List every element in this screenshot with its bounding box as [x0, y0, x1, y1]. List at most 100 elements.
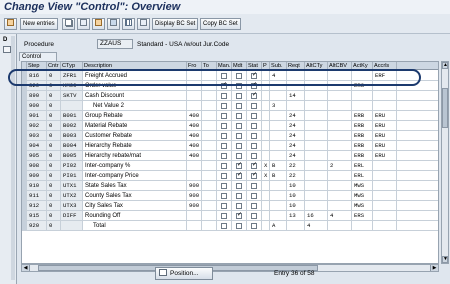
table-row[interactable]: 9080PI02Inter-company %XB222ERL — [22, 161, 438, 171]
cell-to[interactable] — [202, 141, 217, 151]
cell-p[interactable] — [262, 111, 270, 121]
cell-altcty[interactable] — [305, 121, 328, 131]
cell-altcbv[interactable] — [328, 191, 352, 201]
cell-fro[interactable]: 400 — [187, 151, 202, 161]
cell-reqt[interactable]: 24 — [287, 131, 305, 141]
cell-accrls[interactable] — [373, 201, 397, 211]
stat-checkbox[interactable] — [251, 173, 257, 179]
delete-button[interactable] — [77, 18, 90, 30]
mdt-checkbox[interactable] — [236, 203, 242, 209]
copy-bc-set-button[interactable]: Copy BC Set — [200, 18, 241, 30]
cell-reqt[interactable]: 24 — [287, 121, 305, 131]
cell-altcbv[interactable] — [328, 221, 352, 231]
cell-actky[interactable]: MWS — [352, 191, 373, 201]
cell-to[interactable] — [202, 191, 217, 201]
cell-altcty[interactable] — [305, 201, 328, 211]
cell-accrls[interactable] — [373, 91, 397, 101]
cell-p[interactable] — [262, 201, 270, 211]
cell-to[interactable] — [202, 201, 217, 211]
cell-to[interactable] — [202, 181, 217, 191]
cell-to[interactable] — [202, 131, 217, 141]
cell-actky[interactable] — [352, 221, 373, 231]
cell-sub[interactable] — [270, 121, 287, 131]
man-checkbox[interactable] — [221, 193, 227, 199]
stat-checkbox[interactable] — [251, 183, 257, 189]
cell-desc[interactable]: County Sales Tax — [83, 191, 187, 201]
cell-desc[interactable]: Total — [83, 221, 187, 231]
cell-p[interactable] — [262, 181, 270, 191]
select-block-button[interactable] — [122, 18, 135, 30]
cell-altcbv[interactable] — [328, 111, 352, 121]
mdt-checkbox[interactable] — [236, 193, 242, 199]
table-row[interactable]: 910 0 UTX1 State Sales Tax 900 10 MWS — [22, 181, 438, 191]
cell-fro[interactable] — [187, 91, 202, 101]
man-checkbox[interactable] — [221, 143, 227, 149]
cell-actky[interactable]: ERB — [352, 121, 373, 131]
cell-reqt[interactable]: 10 — [287, 191, 305, 201]
cell-accrls[interactable]: ERU — [373, 111, 397, 121]
cell-altcbv[interactable] — [328, 151, 352, 161]
cell-fro[interactable] — [187, 221, 202, 231]
cell-fro[interactable] — [187, 161, 202, 171]
cell-desc[interactable]: State Sales Tax — [83, 181, 187, 191]
cell-p[interactable] — [262, 221, 270, 231]
cell-altcbv[interactable] — [328, 201, 352, 211]
cell-fro[interactable]: 400 — [187, 141, 202, 151]
scroll-down-arrow-icon[interactable]: ▼ — [442, 256, 448, 263]
cell-altcbv[interactable]: 4 — [328, 211, 352, 221]
mdt-checkbox[interactable] — [236, 143, 242, 149]
mdt-checkbox[interactable] — [236, 103, 242, 109]
cell-desc[interactable]: Material Rebate — [83, 121, 187, 131]
cell-to[interactable] — [202, 121, 217, 131]
man-checkbox[interactable] — [221, 123, 227, 129]
cell-reqt[interactable]: 14 — [287, 91, 305, 101]
cell-desc[interactable]: Hierarchy rebate/mat — [83, 151, 187, 161]
cell-accrls[interactable]: ERU — [373, 121, 397, 131]
mdt-checkbox[interactable] — [236, 93, 242, 99]
cell-p[interactable] — [262, 101, 270, 111]
folder-icon[interactable] — [3, 46, 11, 53]
stat-checkbox[interactable] — [251, 113, 257, 119]
undo-button[interactable] — [92, 18, 105, 30]
stat-checkbox[interactable] — [251, 133, 257, 139]
cell-altcbv[interactable] — [328, 141, 352, 151]
scroll-up-arrow-icon[interactable]: ▲ — [442, 62, 448, 69]
display-bc-set-button[interactable]: Display BC Set — [152, 18, 199, 30]
stat-checkbox[interactable] — [251, 123, 257, 129]
man-checkbox[interactable] — [221, 213, 227, 219]
table-row[interactable]: 905 0 B005 Hierarchy rebate/mat 400 24 ERB ERU — [22, 151, 438, 161]
cell-to[interactable] — [202, 171, 217, 181]
display-change-button[interactable] — [4, 18, 17, 30]
stat-checkbox[interactable] — [251, 213, 257, 219]
cell-actky[interactable]: ERS — [352, 211, 373, 221]
cell-altcty[interactable] — [305, 131, 328, 141]
cell-altcbv[interactable] — [328, 101, 352, 111]
cell-p[interactable]: X — [262, 161, 270, 171]
cell-sub[interactable]: 3 — [270, 101, 287, 111]
mdt-checkbox[interactable] — [236, 133, 242, 139]
cell-altcty[interactable] — [305, 111, 328, 121]
man-checkbox[interactable] — [221, 183, 227, 189]
stat-checkbox[interactable] — [251, 223, 257, 229]
cell-fro[interactable]: 900 — [187, 201, 202, 211]
cell-actky[interactable] — [352, 101, 373, 111]
man-checkbox[interactable] — [221, 173, 227, 179]
cell-to[interactable] — [202, 161, 217, 171]
cell-fro[interactable]: 400 — [187, 111, 202, 121]
cell-to[interactable] — [202, 101, 217, 111]
mdt-checkbox[interactable] — [236, 173, 242, 179]
stat-checkbox[interactable] — [251, 103, 257, 109]
man-checkbox[interactable] — [221, 153, 227, 159]
cell-p[interactable] — [262, 211, 270, 221]
new-entries-button[interactable]: New entries — [20, 18, 58, 30]
cell-desc[interactable]: Rounding Off — [83, 211, 187, 221]
cell-desc[interactable]: City Sales Tax — [83, 201, 187, 211]
cell-altcty[interactable] — [305, 161, 328, 171]
mdt-checkbox[interactable] — [236, 123, 242, 129]
cell-accrls[interactable] — [373, 181, 397, 191]
cell-desc[interactable]: Group Rebate — [83, 111, 187, 121]
table-row[interactable]: 8900SKTVCash Discount 14 — [22, 91, 438, 101]
cell-desc[interactable]: Net Value 2 — [83, 101, 187, 111]
cell-reqt[interactable]: 24 — [287, 111, 305, 121]
stat-checkbox[interactable] — [251, 153, 257, 159]
